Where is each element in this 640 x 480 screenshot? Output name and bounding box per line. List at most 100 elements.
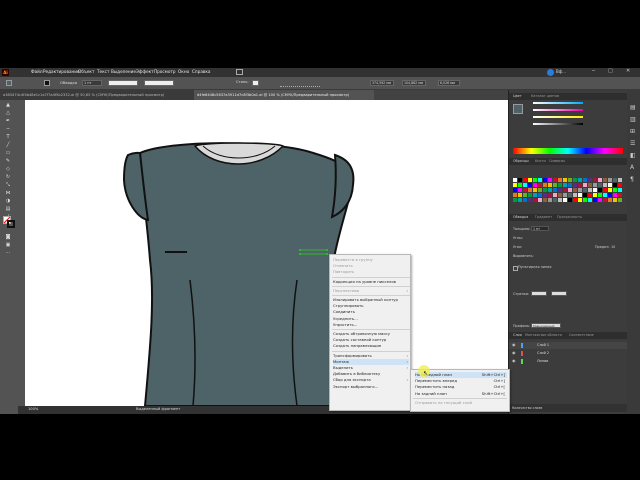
color-swatch[interactable] (528, 188, 532, 192)
type-tool-icon[interactable]: T (3, 134, 13, 140)
profile-dropdown[interactable]: Равномерный (531, 323, 561, 328)
color-swatch[interactable] (543, 198, 547, 202)
color-swatch[interactable] (603, 198, 607, 202)
color-swatch[interactable] (583, 198, 587, 202)
color-swatch[interactable] (608, 188, 612, 192)
tab-layers[interactable]: Слои (513, 333, 522, 337)
color-swatch[interactable] (578, 198, 582, 202)
color-swatch[interactable] (523, 198, 527, 202)
color-swatch[interactable] (588, 188, 592, 192)
color-swatch[interactable] (558, 188, 562, 192)
style-swatch[interactable] (252, 80, 259, 86)
zoom-level[interactable]: 100% (28, 407, 38, 411)
color-swatch[interactable] (598, 183, 602, 187)
properties-icon[interactable]: ▤ (630, 104, 636, 111)
color-swatch[interactable] (518, 188, 522, 192)
color-swatch[interactable] (608, 193, 612, 197)
color-swatch[interactable] (513, 193, 517, 197)
context-menu-item[interactable]: Трансформировать › (333, 353, 409, 359)
color-swatch[interactable] (598, 178, 602, 182)
menu-select[interactable]: Выделение (111, 69, 136, 74)
arrow-start-dropdown[interactable] (531, 291, 547, 296)
color-fill-stroke-icon[interactable] (513, 104, 523, 114)
swatch-grid[interactable] (513, 178, 623, 208)
color-slider-y[interactable] (533, 116, 583, 118)
context-menu-item[interactable]: Добавить в библиотеку (333, 371, 409, 377)
color-swatch[interactable] (538, 183, 542, 187)
tab-swatches[interactable]: Образцы (513, 159, 529, 163)
color-swatch[interactable] (533, 188, 537, 192)
color-swatch[interactable] (598, 198, 602, 202)
color-swatch[interactable] (588, 178, 592, 182)
color-swatch[interactable] (598, 193, 602, 197)
color-swatch[interactable] (553, 188, 557, 192)
brush-dropdown[interactable] (144, 80, 174, 86)
color-swatch[interactable] (603, 193, 607, 197)
eye-icon[interactable]: ◉ (512, 342, 516, 347)
layer-row[interactable]: ◉ Линии (509, 358, 628, 365)
color-swatch[interactable] (583, 193, 587, 197)
menu-help[interactable]: Справка (192, 69, 210, 74)
color-swatch[interactable] (563, 183, 567, 187)
eye-icon[interactable]: ◉ (512, 358, 516, 363)
tab-document-2[interactable]: d4fe6448c5637a3911d7c8f3b0a1.ai @ 100 % … (194, 90, 374, 100)
stroke-weight-field[interactable]: 1 пт (531, 226, 549, 231)
color-swatch[interactable] (613, 183, 617, 187)
line-tool-icon[interactable]: ╱ (3, 142, 13, 148)
color-swatch[interactable] (553, 193, 557, 197)
arrow-end-dropdown[interactable] (551, 291, 567, 296)
color-swatch[interactable] (528, 198, 532, 202)
color-swatch[interactable] (543, 193, 547, 197)
color-swatch[interactable] (573, 198, 577, 202)
color-swatch[interactable] (588, 183, 592, 187)
close-icon[interactable]: ✕ (626, 68, 630, 74)
color-swatch[interactable] (578, 183, 582, 187)
color-swatch[interactable] (538, 178, 542, 182)
color-swatch[interactable] (543, 178, 547, 182)
context-menu-item[interactable]: Создать направляющие (333, 343, 409, 349)
context-menu-item[interactable]: Усреднить... (333, 316, 409, 322)
color-swatch[interactable] (563, 188, 567, 192)
color-swatch[interactable] (613, 193, 617, 197)
scale-tool-icon[interactable]: ⤡ (3, 182, 13, 188)
tab-brushes[interactable]: Кисти (535, 159, 546, 163)
color-swatch[interactable] (618, 183, 622, 187)
color-swatch[interactable] (528, 178, 532, 182)
color-swatch[interactable] (538, 198, 542, 202)
color-swatch[interactable] (558, 178, 562, 182)
color-swatch[interactable] (583, 188, 587, 192)
screen-mode-icon[interactable]: ▣ (3, 242, 13, 248)
color-swatch[interactable] (608, 178, 612, 182)
tab-gradient[interactable]: Градиент (535, 215, 552, 219)
edit-toolbar-icon[interactable]: ⋯ (3, 250, 13, 256)
menu-object[interactable]: Объект (78, 69, 94, 74)
tab-stroke[interactable]: Обводка (513, 215, 528, 219)
color-swatch[interactable] (613, 178, 617, 182)
color-swatch[interactable] (518, 178, 522, 182)
color-swatch[interactable] (618, 188, 622, 192)
color-swatch[interactable] (523, 183, 527, 187)
color-swatch[interactable] (528, 193, 532, 197)
color-swatch[interactable] (583, 183, 587, 187)
tab-symbols[interactable]: Символы (549, 159, 565, 163)
rectangle-tool-icon[interactable]: ▭ (3, 150, 13, 156)
color-swatch[interactable] (533, 183, 537, 187)
fill-swatch[interactable] (6, 80, 12, 86)
transform-icon[interactable]: ⊞ (630, 128, 635, 135)
search-label[interactable]: Вф... (556, 69, 566, 74)
stroke-profile-dropdown[interactable] (108, 80, 138, 86)
color-spectrum[interactable] (513, 148, 623, 154)
context-menu-item[interactable]: Создать обтравочную маску (333, 331, 409, 337)
color-swatch[interactable] (528, 183, 532, 187)
workspace-icon[interactable] (236, 69, 243, 75)
color-swatch[interactable] (523, 188, 527, 192)
color-swatch[interactable] (518, 193, 522, 197)
color-swatch[interactable] (548, 193, 552, 197)
color-swatch[interactable] (553, 198, 557, 202)
stroke-color-icon[interactable] (7, 220, 15, 228)
layer-name[interactable]: Линии (537, 359, 548, 363)
context-menu-item[interactable]: Монтаж › (333, 358, 409, 365)
color-swatch[interactable] (533, 193, 537, 197)
menu-edit[interactable]: Редактирование (43, 69, 80, 74)
align-icon[interactable]: ☰ (630, 140, 635, 147)
